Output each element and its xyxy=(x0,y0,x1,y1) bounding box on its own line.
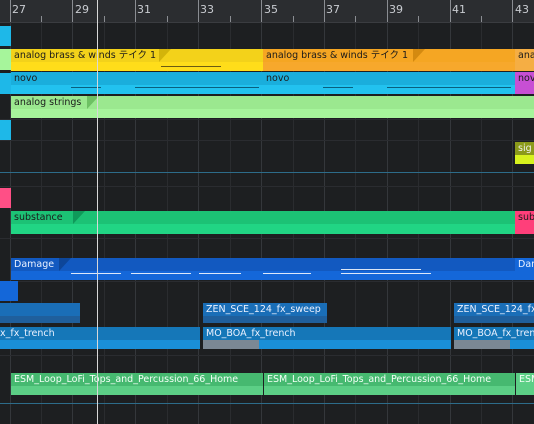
clip-novo-2[interactable]: novo xyxy=(263,72,515,94)
ruler-tick xyxy=(387,0,388,22)
clip-label: MO_BOA_fx_trench xyxy=(206,328,296,339)
lane-separator xyxy=(0,140,534,141)
bar-label-43: 43 xyxy=(515,3,529,16)
clip-label: ZEN_SCE_124_fx_sweep xyxy=(457,304,534,315)
clip-fx-sweep-1[interactable]: ZEN_SCE_124_fx_sweep xyxy=(203,303,327,323)
clip-analog-brass-1[interactable]: analog brass & winds テイク 1 xyxy=(11,49,263,71)
lane-separator xyxy=(0,186,534,187)
ruler-tick xyxy=(293,16,294,22)
clip-damage[interactable]: Damage xyxy=(11,258,515,280)
clip-label: ESM xyxy=(519,374,534,385)
clip-label: novo xyxy=(14,73,38,84)
clip-analog-brass-3[interactable]: anal xyxy=(515,49,534,71)
bar-label-37: 37 xyxy=(326,3,340,16)
ruler-tick xyxy=(135,0,136,22)
clip-esm-loop-1[interactable]: ESM_Loop_LoFi_Tops_and_Percussion_66_Hom… xyxy=(11,373,263,395)
ruler-tick xyxy=(261,0,262,22)
clip-esm-loop-3[interactable]: ESM xyxy=(516,373,534,395)
playhead[interactable] xyxy=(97,0,98,424)
clip-label: subs xyxy=(518,212,534,223)
lane-separator xyxy=(0,403,534,404)
ruler-tick xyxy=(450,0,451,22)
clip-label: analog brass & winds テイク 1 xyxy=(14,50,157,61)
clip-fx-trench-2[interactable]: MO_BOA_fx_trench xyxy=(454,327,534,349)
clip-analog-brass-2[interactable]: analog brass & winds テイク 1 xyxy=(263,49,515,71)
bar-label-39: 39 xyxy=(389,3,403,16)
clip-stub[interactable] xyxy=(0,120,11,140)
lane-separator xyxy=(0,355,534,356)
ruler-tick xyxy=(481,16,482,22)
clip-stub[interactable] xyxy=(0,281,18,301)
clip-stub[interactable] xyxy=(0,73,11,94)
ruler-tick xyxy=(512,0,513,22)
clip-fx-sweep-left[interactable] xyxy=(0,303,80,323)
ruler-tick xyxy=(418,16,419,22)
ruler-tick xyxy=(198,0,199,22)
ruler-tick xyxy=(230,16,231,22)
clip-label: ZEN_SCE_124_fx_sweep xyxy=(206,304,321,315)
bar-label-29: 29 xyxy=(75,3,89,16)
clip-sig[interactable]: sig xyxy=(515,142,534,164)
clip-label: analog strings xyxy=(14,97,82,108)
bar-label-35: 35 xyxy=(264,3,278,16)
lane-separator xyxy=(0,119,534,120)
ruler-tick xyxy=(104,16,105,22)
timeline-ruler[interactable]: 27 29 31 33 35 37 39 41 43 xyxy=(0,0,534,23)
clip-substance-next[interactable]: subs xyxy=(515,211,534,234)
clip-stub[interactable] xyxy=(0,188,11,208)
clip-stub[interactable] xyxy=(0,26,11,46)
ruler-tick xyxy=(10,0,11,22)
clip-label: novo xyxy=(266,73,290,84)
clip-esm-loop-2[interactable]: ESM_Loop_LoFi_Tops_and_Percussion_66_Hom… xyxy=(264,373,515,395)
clip-label: ESM_Loop_LoFi_Tops_and_Percussion_66_Hom… xyxy=(267,374,492,385)
clip-label: substance xyxy=(14,212,63,223)
lane-separator xyxy=(0,238,534,239)
clip-damage-next[interactable]: Dam xyxy=(515,258,534,280)
clip-label: x_fx_trench xyxy=(0,328,55,339)
lane-separator xyxy=(0,281,534,282)
ruler-tick xyxy=(167,16,168,22)
clip-stub[interactable] xyxy=(0,49,11,70)
ruler-tick xyxy=(41,16,42,22)
clip-label: Damage xyxy=(14,259,55,270)
bar-label-31: 31 xyxy=(137,3,151,16)
clip-label: sig xyxy=(518,143,532,154)
clip-label: analog brass & winds テイク 1 xyxy=(266,50,409,61)
clip-label: Dam xyxy=(518,259,534,270)
clip-label: anal xyxy=(518,50,534,61)
ruler-tick xyxy=(72,0,73,22)
ruler-tick xyxy=(355,16,356,22)
clip-analog-strings[interactable]: analog strings xyxy=(11,96,534,118)
ruler-tick xyxy=(324,0,325,22)
clip-label: nov xyxy=(518,73,534,84)
clip-label: MO_BOA_fx_trench xyxy=(457,328,534,339)
clip-fx-trench-left[interactable]: x_fx_trench xyxy=(0,327,200,349)
bar-label-41: 41 xyxy=(452,3,466,16)
lane-separator xyxy=(0,172,534,173)
clip-fx-trench-1[interactable]: MO_BOA_fx_trench xyxy=(203,327,451,349)
clip-label: ESM_Loop_LoFi_Tops_and_Percussion_66_Hom… xyxy=(14,374,239,385)
bar-label-33: 33 xyxy=(200,3,214,16)
clip-fx-sweep-2[interactable]: ZEN_SCE_124_fx_sweep xyxy=(454,303,534,323)
clip-novo-1[interactable]: novo xyxy=(11,72,263,94)
bar-label-27: 27 xyxy=(12,3,26,16)
clip-substance[interactable]: substance xyxy=(11,211,515,234)
clip-novo-3[interactable]: nov xyxy=(515,72,534,94)
